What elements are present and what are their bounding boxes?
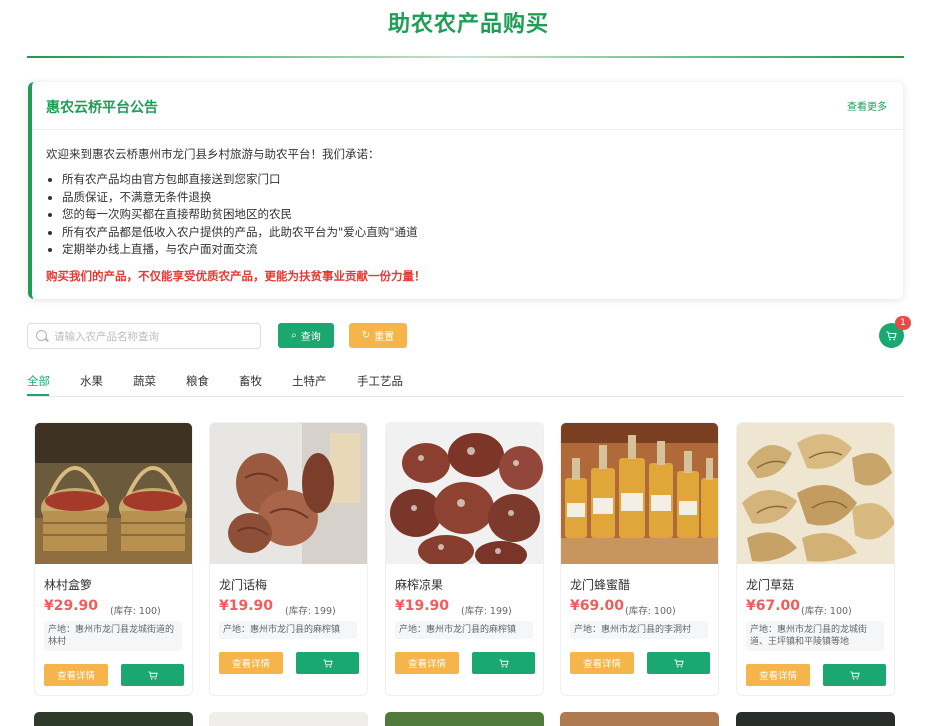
refresh-icon: ↻ [361,330,371,341]
product-image-bamboo-basket[interactable] [35,423,192,564]
product-image-honey-vinegar[interactable] [561,423,718,564]
announcement-item: 品质保证，不满意无条件退换 [62,189,418,207]
announcement-item: 所有农产品都是低收入农户提供的产品，此助农平台为"爱心直购"通道 [62,224,418,242]
tab-livestock[interactable]: 畜牧 [239,373,262,389]
product-image-candied-fruit[interactable] [386,423,543,564]
product-name: 林村盒箩 [44,578,93,592]
product-origin: 产地：惠州市龙门县的龙城街道、王坪镇和平陵镇等地 [746,621,884,651]
announcement-emphasis: 购买我们的产品，不仅能享受优质农产品，更能为扶贫事业贡献一份力量！ [46,269,426,283]
cart-icon [674,658,684,667]
cart-icon [886,331,897,340]
tab-vegetable[interactable]: 蔬菜 [133,373,156,389]
tab-all[interactable]: 全部 [27,373,50,389]
product-image-peek [736,712,895,726]
add-to-cart-button[interactable] [823,664,886,686]
tab-fruit[interactable]: 水果 [80,373,103,389]
product-image-peek [34,712,193,726]
product-stock: (库存: 100) [801,606,852,617]
product-card: 龙门话梅 ¥19.90 (库存: 199) 产地：惠州市龙门县的麻榨镇 查看详情 [209,422,368,696]
cart-icon [499,658,509,667]
reset-button[interactable]: ↻ 重置 [349,323,407,348]
product-image-peek [209,712,368,726]
active-tab-indicator [27,394,49,396]
view-details-button[interactable]: 查看详情 [746,664,810,686]
product-origin: 产地：惠州市龙门县的麻榨镇 [219,621,357,639]
category-tabs: 全部 水果 蔬菜 粮食 畜牧 土特产 手工艺品 [27,366,904,397]
search-icon: ⌕ [291,330,297,341]
search-box [27,323,261,349]
title-divider [27,56,904,58]
product-image-peek [385,712,544,726]
product-price: ¥67.00 [746,598,801,614]
view-details-button[interactable]: 查看详情 [219,652,283,674]
announcement-item: 所有农产品均由官方包邮直接送到您家门口 [62,171,418,189]
view-details-button[interactable]: 查看详情 [44,664,108,686]
add-to-cart-button[interactable] [647,652,710,674]
view-details-button[interactable]: 查看详情 [395,652,459,674]
product-name: 麻榨凉果 [395,578,444,592]
add-to-cart-button[interactable] [121,664,184,686]
cart-icon [148,670,158,679]
tab-grain[interactable]: 粮食 [186,373,209,389]
product-price: ¥19.90 [219,598,274,614]
product-origin: 产地：惠州市龙门县龙城街道的林村 [44,621,182,651]
product-image-peek [560,712,719,726]
product-card: 龙门蜂蜜醋 ¥69.00 (库存: 100) 产地：惠州市龙门县的李洞村 查看详… [560,422,719,696]
view-more-link[interactable]: 查看更多 [847,98,887,113]
product-origin: 产地：惠州市龙门县的麻榨镇 [395,621,533,639]
product-card: 麻榨凉果 ¥19.90 (库存: 199) 产地：惠州市龙门县的麻榨镇 查看详情 [385,422,544,696]
product-origin: 产地：惠州市龙门县的李洞村 [570,621,708,639]
query-button[interactable]: ⌕ 查询 [278,323,334,348]
product-price: ¥29.90 [44,598,99,614]
product-name: 龙门蜂蜜醋 [570,578,631,592]
add-to-cart-button[interactable] [296,652,359,674]
tab-handicraft[interactable]: 手工艺品 [357,373,403,389]
product-price: ¥69.00 [570,598,625,614]
announcement-intro: 欢迎来到惠农云桥惠州市龙门县乡村旅游与助农平台！我们承诺： [46,147,380,161]
announcement-item: 您的每一次购买都在直接帮助贫困地区的农民 [62,206,418,224]
announcement-item: 定期举办线上直播，与农户面对面交流 [62,241,418,259]
reset-button-label: 重置 [374,332,395,343]
product-stock: (库存: 100) [625,606,676,617]
announcement-title: 惠农云桥平台公告 [46,100,158,116]
cart-count-badge: 1 [895,316,911,330]
cart-icon [323,658,333,667]
announcement-header: 惠农云桥平台公告 查看更多 [32,82,903,130]
announcement-panel: 惠农云桥平台公告 查看更多 欢迎来到惠农云桥惠州市龙门县乡村旅游与助农平台！我们… [28,82,903,299]
product-price: ¥19.90 [395,598,450,614]
announcement-list: 所有农产品均由官方包邮直接送到您家门口 品质保证，不满意无条件退换 您的每一次购… [46,171,418,259]
product-image-dried-plum[interactable] [210,423,367,564]
product-stock: (库存: 199) [285,606,336,617]
query-button-label: 查询 [300,332,321,343]
view-details-button[interactable]: 查看详情 [570,652,634,674]
page-title: 助农农产品购买 [387,12,549,37]
product-stock: (库存: 100) [110,606,161,617]
product-stock: (库存: 199) [461,606,512,617]
product-card: 林村盒箩 ¥29.90 (库存: 100) 产地：惠州市龙门县龙城街道的林村 查… [34,422,193,696]
search-icon [36,330,47,341]
add-to-cart-button[interactable] [472,652,535,674]
product-card: 龙门草菇 ¥67.00 (库存: 100) 产地：惠州市龙门县的龙城街道、王坪镇… [736,422,895,696]
product-name: 龙门草菇 [746,578,795,592]
search-input[interactable] [52,327,256,347]
tab-local-specialty[interactable]: 土特产 [292,373,327,389]
product-name: 龙门话梅 [219,578,268,592]
cart-icon [850,670,860,679]
product-image-straw-mushroom[interactable] [737,423,894,564]
